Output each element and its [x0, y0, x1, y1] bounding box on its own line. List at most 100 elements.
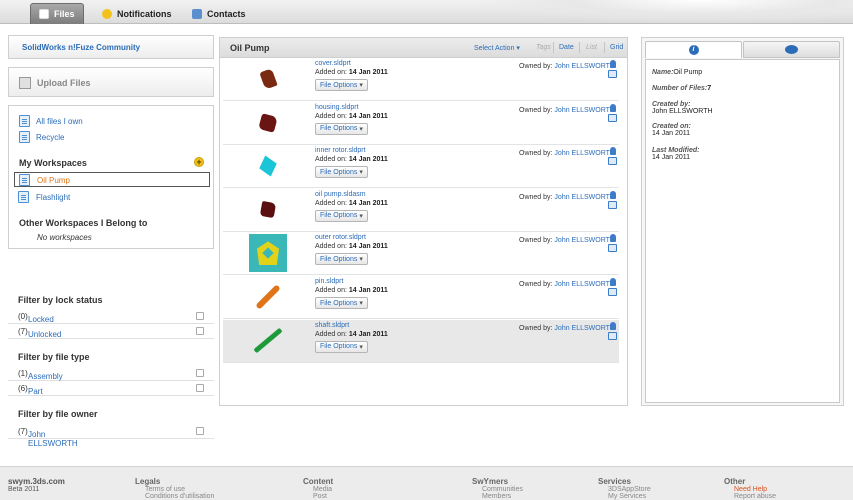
file-thumbnail[interactable]: [249, 60, 287, 98]
footer-link[interactable]: Post: [303, 493, 333, 500]
owner-link[interactable]: John ELLSWORTH: [554, 194, 615, 201]
workspace-icon: [18, 191, 29, 203]
owner-link[interactable]: John ELLSWORTH: [554, 237, 615, 244]
tab-notifications[interactable]: Notifications: [94, 3, 180, 24]
file-thumbnail[interactable]: [249, 147, 287, 185]
community-link[interactable]: SolidWorks n!Fuze Community: [22, 43, 140, 52]
file-name-link[interactable]: pin.sldprt: [315, 278, 343, 285]
filter-checkbox[interactable]: [196, 369, 204, 377]
owner-link[interactable]: John ELLSWORTH: [554, 107, 615, 114]
add-workspace-icon[interactable]: +: [194, 157, 204, 167]
workspace-item-flashlight[interactable]: Flashlight: [14, 190, 210, 205]
footer-link[interactable]: Communities: [472, 486, 523, 493]
upload-files-button[interactable]: Upload Files: [8, 67, 214, 97]
filter-label[interactable]: Locked: [28, 315, 54, 324]
tab-files[interactable]: Files: [30, 3, 84, 24]
file-options-button[interactable]: File Options ▾: [315, 340, 368, 353]
user-icon[interactable]: [610, 321, 616, 330]
owner-link[interactable]: John ELLSWORTH: [554, 150, 615, 157]
recycle-link[interactable]: Recycle: [36, 133, 64, 142]
file-name-link[interactable]: housing.sldprt: [315, 104, 359, 111]
footer-link[interactable]: Media: [303, 486, 333, 493]
filter-unlocked[interactable]: Unlocked (7): [8, 324, 214, 339]
user-icon[interactable]: [610, 278, 616, 286]
footer-link[interactable]: Report abuse: [724, 493, 776, 500]
share-icon[interactable]: [608, 200, 617, 209]
user-icon[interactable]: [610, 103, 616, 112]
file-options-button[interactable]: File Options ▾: [315, 253, 368, 266]
file-thumbnail[interactable]: [249, 191, 287, 229]
filter-label[interactable]: Unlocked: [28, 330, 61, 339]
comments-icon: [785, 45, 798, 54]
file-options-button[interactable]: File Options ▾: [315, 209, 368, 222]
file-name-link[interactable]: oil pump.sldasm: [315, 191, 366, 198]
footer-link[interactable]: Need Help: [724, 486, 776, 493]
tab-info[interactable]: i: [645, 41, 742, 58]
file-added-date: Added on: 14 Jan 2011: [315, 243, 388, 251]
file-thumbnail[interactable]: [249, 234, 287, 273]
file-options-button[interactable]: File Options ▾: [315, 297, 368, 309]
filter-label[interactable]: Part: [28, 387, 43, 396]
view-grid-button[interactable]: Grid: [610, 44, 623, 51]
workspace-item-oil-pump[interactable]: Oil Pump: [14, 172, 210, 187]
footer-link[interactable]: Terms of use: [135, 486, 214, 493]
share-icon[interactable]: [608, 288, 617, 296]
view-date-button[interactable]: Date: [559, 44, 574, 51]
file-row[interactable]: inner rotor.sldprt Added on: 14 Jan 2011 F…: [223, 145, 619, 189]
tab-contacts[interactable]: Contacts: [184, 3, 254, 24]
file-row[interactable]: shaft.sldprt Added on: 14 Jan 2011 File Op…: [223, 319, 619, 363]
share-icon[interactable]: [608, 70, 617, 78]
view-list-button[interactable]: List: [586, 44, 597, 51]
user-icon[interactable]: [610, 147, 616, 156]
user-icon[interactable]: [610, 234, 616, 243]
filter-owner-john[interactable]: John ELLSWORTH (7): [8, 424, 214, 448]
user-icon[interactable]: [610, 190, 616, 199]
filter-label[interactable]: Assembly: [28, 372, 63, 381]
filter-checkbox[interactable]: [196, 384, 204, 392]
file-row[interactable]: pin.sldprt Added on: 14 Jan 2011 File Opti…: [223, 276, 619, 319]
file-name-link[interactable]: shaft.sldprt: [315, 322, 349, 329]
filter-checkbox[interactable]: [196, 312, 204, 320]
share-icon[interactable]: [608, 113, 617, 122]
detail-created-on-label: Created on:: [652, 123, 691, 130]
file-name-link[interactable]: outer rotor.sldprt: [315, 234, 366, 241]
file-thumbnail[interactable]: [249, 104, 287, 142]
user-icon[interactable]: [610, 60, 616, 68]
owner-link[interactable]: John ELLSWORTH: [554, 281, 615, 288]
footer-link[interactable]: Conditions d'utilisation: [135, 493, 214, 500]
footer-link[interactable]: Members: [472, 493, 523, 500]
share-icon[interactable]: [608, 244, 617, 253]
footer-link[interactable]: My Services: [598, 493, 651, 500]
file-name-link[interactable]: inner rotor.sldprt: [315, 147, 366, 154]
file-options-button[interactable]: File Options ▾: [315, 122, 368, 135]
file-owner: Owned by: John ELLSWORTH: [519, 106, 615, 114]
filter-checkbox[interactable]: [196, 427, 204, 435]
file-row[interactable]: outer rotor.sldprt Added on: 14 Jan 2011 F…: [223, 232, 619, 276]
select-action-dropdown[interactable]: Select Action ▾: [474, 44, 520, 52]
file-thumbnail[interactable]: [249, 322, 287, 360]
file-options-button[interactable]: File Options ▾: [315, 166, 368, 179]
filter-part[interactable]: Part (6): [8, 381, 214, 396]
footer-link[interactable]: 3DSAppStore: [598, 486, 651, 493]
file-row[interactable]: oil pump.sldasm Added on: 14 Jan 2011 File…: [223, 189, 619, 232]
tab-comments[interactable]: [743, 41, 840, 58]
community-panel[interactable]: SolidWorks n!Fuze Community: [8, 35, 214, 59]
chevron-down-icon: ▾: [359, 300, 363, 307]
file-row[interactable]: cover.sldprt Added on: 14 Jan 2011 File Op…: [223, 58, 619, 101]
filter-assembly[interactable]: Assembly (1): [8, 366, 214, 381]
file-row[interactable]: housing.sldprt Added on: 14 Jan 2011 File …: [223, 102, 619, 145]
view-tags-button[interactable]: Tags: [536, 44, 551, 51]
footer-column-title: Other: [724, 477, 746, 486]
share-icon[interactable]: [608, 157, 617, 166]
filter-label[interactable]: John ELLSWORTH: [28, 430, 78, 448]
workspace-title: Oil Pump: [230, 43, 270, 53]
owner-link[interactable]: John ELLSWORTH: [554, 325, 615, 332]
file-options-button[interactable]: File Options ▾: [315, 79, 368, 91]
all-files-link[interactable]: All files I own: [36, 117, 83, 126]
share-icon[interactable]: [608, 331, 617, 340]
file-thumbnail[interactable]: [249, 278, 287, 316]
file-name-link[interactable]: cover.sldprt: [315, 60, 351, 67]
owner-link[interactable]: John ELLSWORTH: [554, 63, 615, 70]
filter-checkbox[interactable]: [196, 327, 204, 335]
filter-locked[interactable]: Locked (0): [8, 309, 214, 324]
